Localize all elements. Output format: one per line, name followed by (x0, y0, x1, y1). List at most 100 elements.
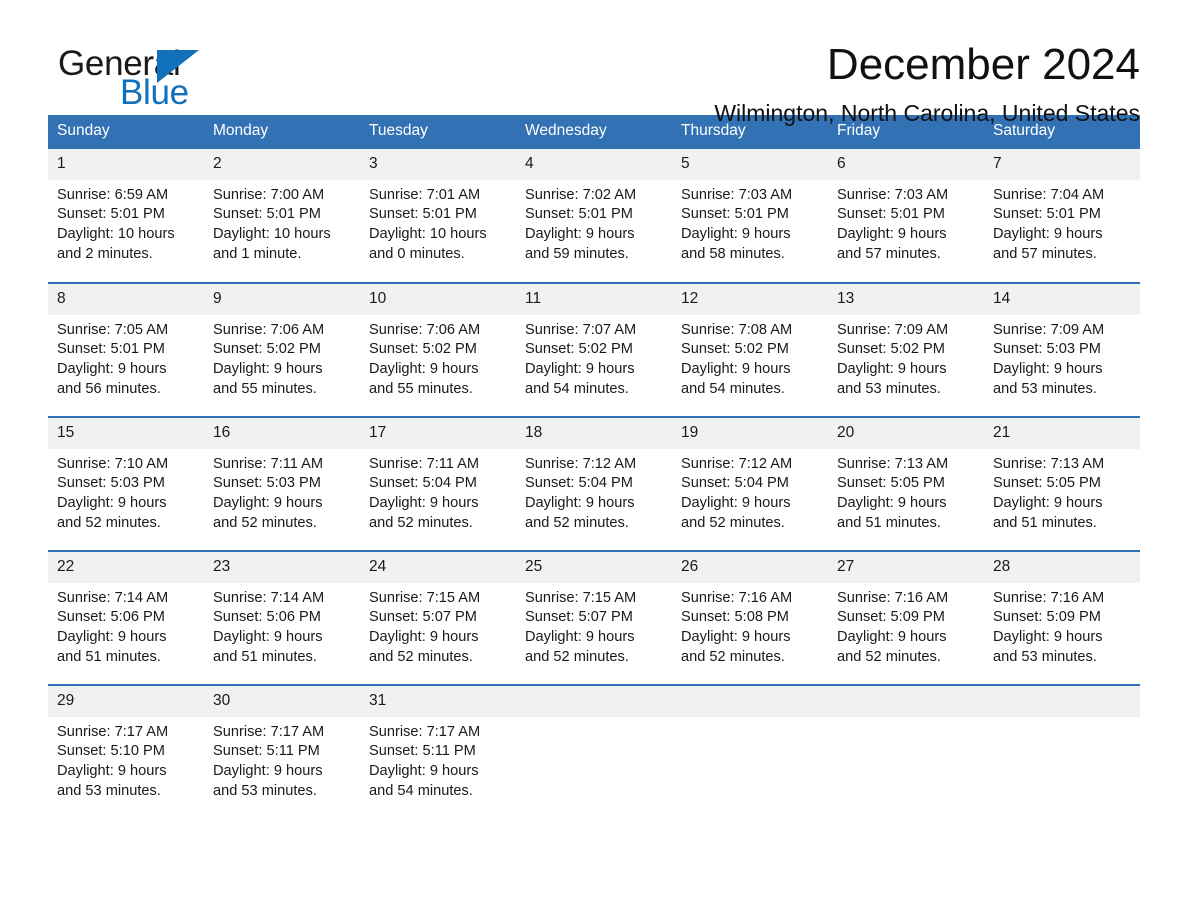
day-cell[interactable]: 5 Sunrise: 7:03 AM Sunset: 5:01 PM Daylight… (672, 148, 828, 283)
sunset-text: Sunset: 5:11 PM (213, 743, 320, 760)
day-cell[interactable]: 4 Sunrise: 7:02 AM Sunset: 5:01 PM Daylight… (516, 148, 672, 283)
day-cell[interactable]: 29 Sunrise: 7:17 AM Sunset: 5:10 PM Dayligh… (48, 683, 204, 819)
sunrise-text: Sunrise: 7:17 AM (369, 723, 481, 740)
day-number: 7 (984, 148, 1140, 180)
day-cell-inner: 1 Sunrise: 6:59 AM Sunset: 5:01 PM Daylight… (48, 148, 204, 282)
daylight-text-line1: Daylight: 9 hours (525, 629, 635, 646)
day-cell[interactable]: 25 Sunrise: 7:15 AM Sunset: 5:07 PM Dayligh… (516, 549, 672, 685)
daylight-text-line1: Daylight: 9 hours (57, 361, 167, 378)
day-cell[interactable]: 13 Sunrise: 7:09 AM Sunset: 5:02 PM Dayligh… (828, 281, 984, 417)
daylight-text-line2: and 51 minutes. (993, 514, 1097, 531)
sunset-text: Sunset: 5:01 PM (57, 206, 165, 223)
daylight-text-line2: and 0 minutes. (369, 245, 465, 262)
sunset-text: Sunset: 5:04 PM (681, 475, 789, 492)
day-cell[interactable]: 30 Sunrise: 7:17 AM Sunset: 5:11 PM Dayligh… (204, 683, 360, 819)
day-cell-inner: 2 Sunrise: 7:00 AM Sunset: 5:01 PM Daylight… (204, 148, 360, 282)
daylight-text-line2: and 52 minutes. (369, 648, 473, 665)
sunset-text: Sunset: 5:07 PM (525, 609, 633, 626)
sunrise-text: Sunrise: 7:14 AM (57, 589, 169, 606)
day-cell-inner: 8 Sunrise: 7:05 AM Sunset: 5:01 PM Daylight… (48, 283, 204, 416)
day-cell[interactable]: 26 Sunrise: 7:16 AM Sunset: 5:08 PM Dayligh… (672, 549, 828, 685)
sunrise-text: Sunrise: 7:15 AM (525, 589, 637, 606)
day-cell-inner: 28 Sunrise: 7:16 AM Sunset: 5:09 PM Dayligh… (984, 551, 1140, 684)
day-number: 26 (672, 551, 828, 583)
day-cell-inner: 11 Sunrise: 7:07 AM Sunset: 5:02 PM Dayligh… (516, 283, 672, 416)
daylight-text-line1: Daylight: 9 hours (681, 495, 791, 512)
day-cell[interactable]: 23 Sunrise: 7:14 AM Sunset: 5:06 PM Dayligh… (204, 549, 360, 685)
day-cell[interactable]: 12 Sunrise: 7:08 AM Sunset: 5:02 PM Dayligh… (672, 281, 828, 417)
page-header: General Blue December 2024 Wilmington, N… (48, 0, 1140, 126)
sunset-text: Sunset: 5:06 PM (213, 609, 321, 626)
day-cell[interactable]: 1 Sunrise: 6:59 AM Sunset: 5:01 PM Daylight… (48, 148, 204, 283)
sunrise-text: Sunrise: 7:04 AM (993, 186, 1105, 203)
sunset-text: Sunset: 5:01 PM (213, 206, 321, 223)
daylight-text-line2: and 56 minutes. (57, 380, 161, 397)
day-number: 4 (516, 148, 672, 180)
day-cell[interactable]: 8 Sunrise: 7:05 AM Sunset: 5:01 PM Daylight… (48, 281, 204, 417)
day-details: Sunrise: 7:00 AM Sunset: 5:01 PM Daylight:… (204, 180, 360, 265)
day-cell[interactable]: 7 Sunrise: 7:04 AM Sunset: 5:01 PM Daylight… (984, 148, 1140, 283)
daylight-text-line1: Daylight: 9 hours (213, 629, 323, 646)
day-cell[interactable]: 6 Sunrise: 7:03 AM Sunset: 5:01 PM Daylight… (828, 148, 984, 283)
sunrise-text: Sunrise: 7:16 AM (837, 589, 949, 606)
day-details: Sunrise: 7:12 AM Sunset: 5:04 PM Daylight:… (516, 449, 672, 534)
day-details: Sunrise: 7:13 AM Sunset: 5:05 PM Daylight:… (828, 449, 984, 534)
day-cell-empty (516, 683, 672, 819)
day-cell[interactable]: 20 Sunrise: 7:13 AM Sunset: 5:05 PM Dayligh… (828, 415, 984, 551)
sunset-text: Sunset: 5:01 PM (993, 206, 1101, 223)
week-row: 1 Sunrise: 6:59 AM Sunset: 5:01 PM Daylight… (48, 148, 1140, 283)
daylight-text-line1: Daylight: 9 hours (525, 226, 635, 243)
daylight-text-line1: Daylight: 10 hours (57, 226, 175, 243)
daylight-text-line2: and 54 minutes. (525, 380, 629, 397)
day-cell[interactable]: 21 Sunrise: 7:13 AM Sunset: 5:05 PM Dayligh… (984, 415, 1140, 551)
daylight-text-line2: and 55 minutes. (369, 380, 473, 397)
week-row: 22 Sunrise: 7:14 AM Sunset: 5:06 PM Dayligh… (48, 549, 1140, 685)
day-cell[interactable]: 17 Sunrise: 7:11 AM Sunset: 5:04 PM Dayligh… (360, 415, 516, 551)
day-cell[interactable]: 18 Sunrise: 7:12 AM Sunset: 5:04 PM Dayligh… (516, 415, 672, 551)
sunset-text: Sunset: 5:04 PM (369, 475, 477, 492)
day-cell[interactable]: 31 Sunrise: 7:17 AM Sunset: 5:11 PM Dayligh… (360, 683, 516, 819)
day-cell[interactable]: 27 Sunrise: 7:16 AM Sunset: 5:09 PM Dayligh… (828, 549, 984, 685)
sunset-text: Sunset: 5:02 PM (369, 341, 477, 358)
daylight-text-line1: Daylight: 9 hours (525, 495, 635, 512)
daylight-text-line2: and 2 minutes. (57, 245, 153, 262)
day-number: 24 (360, 551, 516, 583)
day-number: 23 (204, 551, 360, 583)
sunrise-text: Sunrise: 7:11 AM (369, 455, 480, 472)
daylight-text-line2: and 1 minute. (213, 245, 302, 262)
day-cell[interactable]: 14 Sunrise: 7:09 AM Sunset: 5:03 PM Dayligh… (984, 281, 1140, 417)
sunrise-text: Sunrise: 7:08 AM (681, 321, 793, 338)
day-details: Sunrise: 7:08 AM Sunset: 5:02 PM Daylight:… (672, 315, 828, 400)
day-cell[interactable]: 9 Sunrise: 7:06 AM Sunset: 5:02 PM Daylight… (204, 281, 360, 417)
sunset-text: Sunset: 5:02 PM (681, 341, 789, 358)
sunrise-text: Sunrise: 7:06 AM (369, 321, 481, 338)
day-cell[interactable]: 19 Sunrise: 7:12 AM Sunset: 5:04 PM Dayligh… (672, 415, 828, 551)
daylight-text-line2: and 53 minutes. (57, 782, 161, 799)
daylight-text-line2: and 54 minutes. (681, 380, 785, 397)
day-cell[interactable]: 3 Sunrise: 7:01 AM Sunset: 5:01 PM Daylight… (360, 148, 516, 283)
day-cell[interactable]: 10 Sunrise: 7:06 AM Sunset: 5:02 PM Dayligh… (360, 281, 516, 417)
day-cell[interactable]: 16 Sunrise: 7:11 AM Sunset: 5:03 PM Dayligh… (204, 415, 360, 551)
day-details: Sunrise: 7:02 AM Sunset: 5:01 PM Daylight:… (516, 180, 672, 265)
day-number: 25 (516, 551, 672, 583)
day-details: Sunrise: 7:15 AM Sunset: 5:07 PM Daylight:… (516, 583, 672, 668)
day-cell[interactable]: 11 Sunrise: 7:07 AM Sunset: 5:02 PM Dayligh… (516, 281, 672, 417)
day-number: 8 (48, 283, 204, 315)
sunrise-text: Sunrise: 7:13 AM (837, 455, 949, 472)
daylight-text-line1: Daylight: 9 hours (369, 495, 479, 512)
day-cell[interactable]: 24 Sunrise: 7:15 AM Sunset: 5:07 PM Dayligh… (360, 549, 516, 685)
sunrise-text: Sunrise: 7:06 AM (213, 321, 325, 338)
daylight-text-line2: and 52 minutes. (681, 514, 785, 531)
day-cell[interactable]: 15 Sunrise: 7:10 AM Sunset: 5:03 PM Dayligh… (48, 415, 204, 551)
day-cell[interactable]: 22 Sunrise: 7:14 AM Sunset: 5:06 PM Dayligh… (48, 549, 204, 685)
day-cell[interactable]: 28 Sunrise: 7:16 AM Sunset: 5:09 PM Dayligh… (984, 549, 1140, 685)
day-cell-inner: 29 Sunrise: 7:17 AM Sunset: 5:10 PM Dayligh… (48, 685, 204, 819)
day-details: Sunrise: 7:03 AM Sunset: 5:01 PM Daylight:… (672, 180, 828, 265)
day-details: Sunrise: 7:16 AM Sunset: 5:08 PM Daylight:… (672, 583, 828, 668)
sunrise-text: Sunrise: 7:07 AM (525, 321, 637, 338)
day-cell-inner: 23 Sunrise: 7:14 AM Sunset: 5:06 PM Dayligh… (204, 551, 360, 684)
sunrise-text: Sunrise: 7:16 AM (681, 589, 793, 606)
day-cell-inner: 25 Sunrise: 7:15 AM Sunset: 5:07 PM Dayligh… (516, 551, 672, 684)
day-cell[interactable]: 2 Sunrise: 7:00 AM Sunset: 5:01 PM Daylight… (204, 148, 360, 283)
sunset-text: Sunset: 5:07 PM (369, 609, 477, 626)
